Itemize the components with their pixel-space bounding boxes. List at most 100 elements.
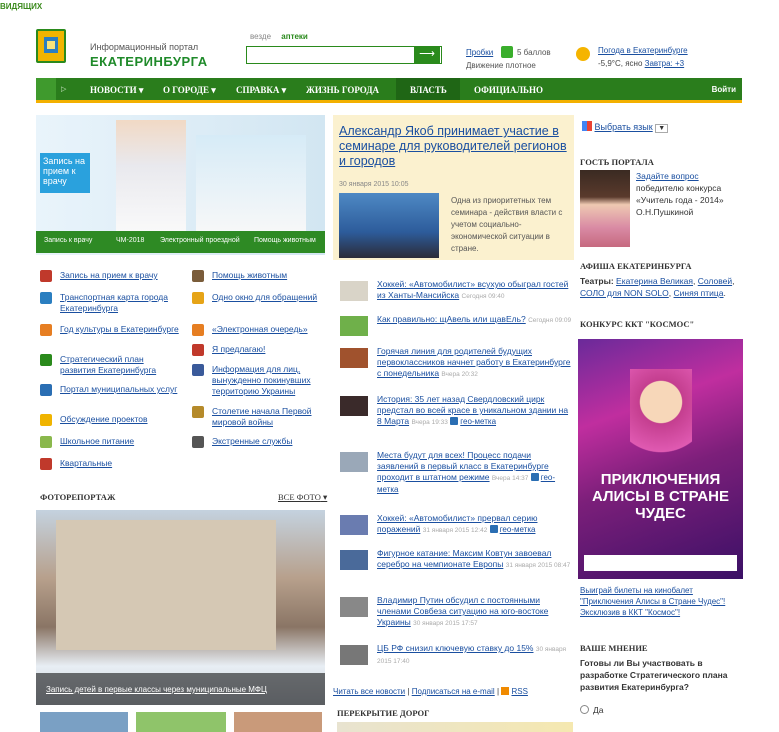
nav-item-news-label: НОВОСТИ	[90, 85, 137, 95]
quick-link[interactable]: Столетие начала Первой мировой войны	[212, 406, 332, 428]
photo-thumb[interactable]	[40, 712, 128, 732]
home-icon[interactable]	[36, 78, 56, 100]
traffic-link[interactable]: Пробки	[466, 48, 493, 57]
search-input[interactable]	[246, 46, 442, 64]
quick-link[interactable]: Я предлагаю!	[212, 344, 332, 355]
guest-photo[interactable]	[580, 170, 630, 247]
news-thumb[interactable]	[340, 515, 368, 535]
quick-link[interactable]: Запись на прием к врачу	[60, 270, 180, 281]
quick-link[interactable]: Информация для лиц, вынужденно покинувши…	[212, 364, 332, 397]
banner-tab-doctor[interactable]: Запись к врачу	[44, 237, 92, 244]
theatre-link[interactable]: Синяя птица	[674, 288, 724, 298]
news-text: История: 35 лет назад Свердловский цирк …	[377, 394, 572, 428]
guest-ask-link[interactable]: Задайте вопрос	[636, 171, 699, 181]
theatre-link[interactable]: Соловей	[698, 276, 732, 286]
banner-tab-wc2018[interactable]: ЧМ-2018	[116, 237, 144, 244]
quick-link[interactable]: Экстренные службы	[212, 436, 332, 447]
geo-tag[interactable]: гео-метка	[450, 417, 496, 426]
portal-title[interactable]: ЕКАТЕРИНБУРГА	[90, 54, 208, 69]
lead-story: Александр Якоб принимает участие в семин…	[333, 115, 574, 260]
rss-link[interactable]: RSS	[511, 687, 527, 696]
opinion-title: ВАШЕ МНЕНИЕ	[580, 643, 648, 653]
all-news-link[interactable]: Читать все новости	[333, 687, 405, 696]
radio-button[interactable]	[580, 705, 589, 714]
news-text: Места будут для всех! Процесс подачи зая…	[377, 450, 572, 495]
opinion-question: Готовы ли Вы участвовать в разработке Ст…	[580, 658, 728, 692]
lead-title[interactable]: Александр Якоб принимает участие в семин…	[339, 124, 569, 169]
news-text: Горячая линия для родителей будущих перв…	[377, 346, 572, 380]
news-thumb[interactable]	[340, 281, 368, 301]
quick-link[interactable]: Помощь животным	[212, 270, 332, 281]
search-tab-everywhere[interactable]: везде	[250, 32, 271, 41]
banner-label[interactable]: Запись на прием к врачу	[40, 153, 90, 193]
roads-map[interactable]	[337, 722, 573, 732]
photo-caption[interactable]: Запись детей в первые классы через муниц…	[46, 685, 267, 694]
quick-link[interactable]: Год культуры в Екатеринбурге	[60, 324, 180, 335]
news-thumb[interactable]	[340, 550, 368, 570]
lead-date: 30 января 2015 10:05	[339, 181, 409, 188]
weather-tomorrow-link[interactable]: Завтра: +3	[645, 59, 684, 68]
banner-tab-pass[interactable]: Электронный проездной	[160, 237, 240, 244]
photo-report[interactable]: Запись детей в первые классы через муниц…	[36, 510, 325, 705]
quick-link[interactable]: Школьное питание	[60, 436, 180, 447]
poster-link[interactable]: Выиграй билеты на кинобалет "Приключения…	[580, 585, 744, 618]
nav-item-city[interactable]: О ГОРОДЕ ▾	[163, 85, 216, 96]
nav-item-reference[interactable]: СПРАВКА ▾	[236, 85, 286, 96]
quick-link[interactable]: Квартальные	[60, 458, 180, 469]
geo-tag[interactable]: гео-метка	[489, 525, 536, 534]
lead-text: Одна из приоритетных тем семинара - дейс…	[451, 196, 563, 253]
banner-tab-animals[interactable]: Помощь животным	[254, 237, 316, 244]
all-photos-link[interactable]: ВСЕ ФОТО ▾	[278, 492, 327, 503]
quick-link[interactable]: Стратегический план развития Екатеринбур…	[60, 354, 180, 376]
portal-icon	[40, 384, 52, 396]
search-tab-pharmacy[interactable]: аптеки	[281, 32, 308, 41]
lead-image[interactable]	[339, 193, 439, 258]
photo-thumb[interactable]	[234, 712, 322, 732]
poster-figure	[630, 369, 692, 479]
weather-now: -5,9°С, ясно Завтра: +3	[598, 59, 684, 68]
news-title[interactable]: Как правильно: щАвель или щавЕль?	[377, 314, 526, 324]
search-button[interactable]: ⟶	[414, 47, 440, 63]
quick-link[interactable]: Обсуждение проектов	[60, 414, 180, 425]
weather-link[interactable]: Погода в Екатеринбурге	[598, 46, 688, 55]
language-selector[interactable]: Выбрать язык ▼	[582, 121, 669, 133]
opinion-option-yes[interactable]: Да	[580, 705, 603, 715]
traffic-score: 5 баллов	[517, 48, 551, 57]
doctor-image	[116, 120, 186, 235]
contest-poster[interactable]: ПРИКЛЮЧЕНИЯ АЛИСЫ В СТРАНЕ ЧУДЕС	[578, 339, 743, 579]
news-thumb[interactable]	[340, 348, 368, 368]
nav-item-official[interactable]: ОФИЦИАЛЬНО	[474, 85, 543, 95]
animal-icon	[192, 270, 204, 282]
photo-thumb[interactable]	[136, 712, 226, 732]
nav-item-city-life[interactable]: ЖИЗНЬ ГОРОДА	[306, 85, 379, 95]
afisha-title: АФИША ЕКАТЕРИНБУРГА	[580, 261, 692, 271]
quick-link[interactable]: Одно окно для обращений	[212, 292, 332, 303]
window-icon	[192, 292, 204, 304]
nav-item-news[interactable]: НОВОСТИ ▾	[90, 85, 143, 96]
top-strip-text: ВИДЯЩИХ	[0, 2, 43, 11]
subscribe-link[interactable]: Подписаться на e-mail	[412, 687, 495, 696]
nav-item-city-label: О ГОРОДЕ	[163, 85, 209, 95]
coat-of-arms-icon[interactable]	[36, 29, 66, 63]
news-thumb[interactable]	[340, 645, 368, 665]
guest-title: ГОСТЬ ПОРТАЛА	[580, 157, 654, 167]
geo-tag-label: гео-метка	[499, 525, 536, 534]
quick-link[interactable]: «Электронная очередь»	[212, 324, 332, 335]
news-text: Фигурное катание: Максим Ковтун завоевал…	[377, 548, 572, 571]
guest-block: Задайте вопрос победителю конкурса «Учит…	[636, 170, 742, 218]
theatre-link[interactable]: Екатерина Великая	[616, 276, 693, 286]
login-link[interactable]: Войти	[712, 85, 736, 94]
nav-item-power[interactable]: ВЛАСТЬ	[410, 85, 447, 95]
geo-tag-label: гео-метка	[460, 417, 497, 426]
quick-link[interactable]: Портал муниципальных услуг	[60, 384, 180, 395]
news-thumb[interactable]	[340, 597, 368, 617]
news-thumb[interactable]	[340, 396, 368, 416]
chevron-down-icon[interactable]: ▼	[655, 124, 669, 133]
quick-link[interactable]: Транспортная карта города Екатеринбурга	[60, 292, 180, 314]
news-title[interactable]: ЦБ РФ снизил ключевую ставку до 15%	[377, 643, 534, 653]
news-date: Вчера 19:33	[411, 419, 448, 426]
news-thumb[interactable]	[340, 452, 368, 472]
news-thumb[interactable]	[340, 316, 368, 336]
theatre-link[interactable]: СОЛО для NON SOLO	[580, 288, 669, 298]
guest-text: победителю конкурса «Учитель года - 2014…	[636, 183, 724, 217]
